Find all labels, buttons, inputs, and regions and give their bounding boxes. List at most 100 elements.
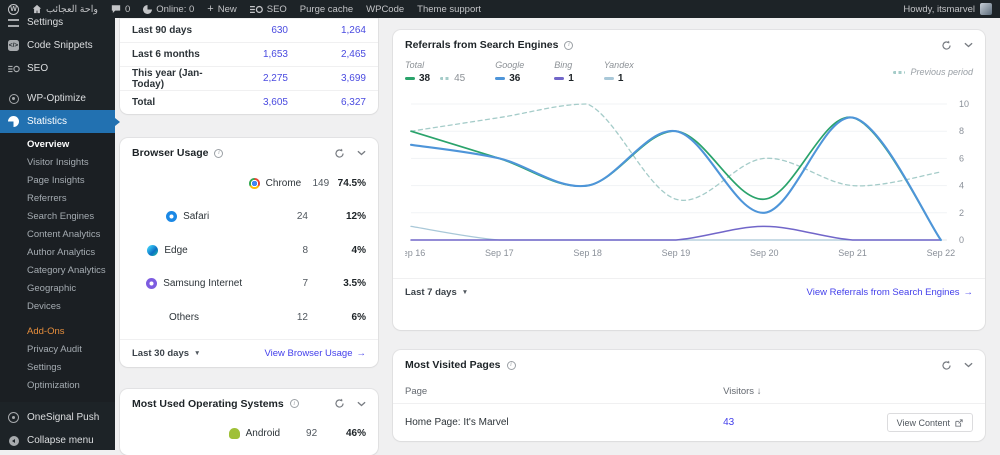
- submenu-visitor-insights[interactable]: Visitor Insights: [0, 153, 115, 171]
- home-icon: [32, 4, 42, 14]
- chevron-down-icon[interactable]: [357, 401, 366, 407]
- view-content-button[interactable]: View Content: [887, 413, 973, 432]
- visitors-count-link[interactable]: 43: [723, 417, 887, 428]
- user-avatar[interactable]: [980, 3, 992, 15]
- period-label: Last 30 days: [132, 348, 189, 359]
- browser-row-edge[interactable]: Edge 8 4%: [132, 238, 366, 262]
- legend-total[interactable]: Total 38 45: [405, 60, 465, 84]
- summary-visitors[interactable]: 630: [222, 25, 288, 36]
- submenu-category-analytics[interactable]: Category Analytics: [0, 261, 115, 279]
- left-column: Last 90 days 630 1,264 Last 6 months 1,6…: [120, 18, 378, 450]
- os-row-android[interactable]: Android 92 46%: [132, 422, 366, 446]
- wordpress-logo-icon[interactable]: W: [8, 4, 19, 15]
- legend-value: 45: [454, 73, 465, 84]
- refresh-icon[interactable]: [334, 398, 345, 409]
- legend-yandex[interactable]: Yandex 1: [604, 60, 634, 84]
- sidebar-item-label: Collapse menu: [27, 435, 94, 446]
- purge-cache-menu[interactable]: Purge cache: [300, 4, 353, 15]
- info-icon[interactable]: i: [507, 361, 516, 370]
- wpcode-menu[interactable]: WPCode: [366, 4, 404, 15]
- online-menu[interactable]: Online: 0: [143, 4, 194, 15]
- summary-visitors[interactable]: 1,653: [222, 49, 288, 60]
- period-dropdown[interactable]: Last 7 days ▼: [405, 287, 468, 298]
- svg-text:Sep 17: Sep 17: [485, 248, 514, 258]
- sidebar-item-label: WP-Optimize: [27, 93, 86, 104]
- browser-row-chrome[interactable]: Chrome 149 74.5%: [132, 171, 366, 195]
- card-title: Referrals from Search Engines: [405, 39, 558, 51]
- browser-count: 8: [264, 245, 308, 256]
- summary-views[interactable]: 3,699: [288, 73, 366, 84]
- refresh-icon[interactable]: [941, 360, 952, 371]
- submenu-privacy-audit[interactable]: Privacy Audit: [0, 340, 115, 358]
- submenu-referrers[interactable]: Referrers: [0, 189, 115, 207]
- admin-sidebar: Settings </> Code Snippets SEO WP-Optimi…: [0, 18, 115, 450]
- theme-support-menu[interactable]: Theme support: [417, 4, 481, 15]
- sidebar-item-code-snippets[interactable]: </> Code Snippets: [0, 34, 115, 57]
- referrals-chart[interactable]: 0246810Sep 16Sep 17Sep 18Sep 19Sep 20Sep…: [405, 92, 973, 278]
- submenu-page-insights[interactable]: Page Insights: [0, 171, 115, 189]
- chevron-down-icon[interactable]: [964, 362, 973, 368]
- summary-label: Last 90 days: [132, 25, 222, 36]
- submenu-optimization[interactable]: Optimization: [0, 376, 115, 394]
- submenu-content-analytics[interactable]: Content Analytics: [0, 225, 115, 243]
- summary-visitors[interactable]: 2,275: [222, 73, 288, 84]
- legend-google[interactable]: Google 36: [495, 60, 524, 84]
- submenu-geographic[interactable]: Geographic: [0, 279, 115, 297]
- chevron-down-icon[interactable]: [357, 150, 366, 156]
- chevron-down-icon[interactable]: [964, 42, 973, 48]
- card-title: Browser Usage: [132, 147, 208, 159]
- sidebar-item-onesignal[interactable]: OneSignal Push: [0, 406, 115, 429]
- info-icon[interactable]: i: [214, 149, 223, 158]
- os-rows: Android 92 46%: [120, 418, 378, 446]
- sidebar-item-seo[interactable]: SEO: [0, 57, 115, 80]
- new-menu[interactable]: + New: [207, 3, 236, 15]
- browser-row-others[interactable]: Others 12 6%: [132, 305, 366, 329]
- svg-text:Sep 19: Sep 19: [662, 248, 691, 258]
- sidebar-item-wp-optimize[interactable]: WP-Optimize: [0, 87, 115, 110]
- comments-menu[interactable]: 0: [111, 4, 130, 15]
- wp-optimize-icon: [7, 92, 20, 105]
- summary-views[interactable]: 2,465: [288, 49, 366, 60]
- arrow-right-icon: →: [357, 348, 367, 359]
- site-name: واحة العجائب: [46, 4, 98, 15]
- site-name-menu[interactable]: واحة العجائب: [32, 4, 98, 15]
- browser-row-safari[interactable]: Safari 24 12%: [132, 205, 366, 229]
- view-browser-usage-link[interactable]: View Browser Usage →: [264, 348, 366, 359]
- legend-bing[interactable]: Bing 1: [554, 60, 574, 84]
- table-header: Page Visitors ↓: [393, 379, 985, 404]
- svg-text:2: 2: [959, 208, 964, 218]
- sidebar-item-statistics[interactable]: Statistics: [0, 110, 115, 133]
- purge-cache-label: Purge cache: [300, 4, 353, 15]
- view-referrals-link[interactable]: View Referrals from Search Engines →: [807, 287, 973, 298]
- column-visitors[interactable]: Visitors ↓: [723, 386, 973, 397]
- summary-views[interactable]: 6,327: [288, 97, 366, 108]
- previous-period-label: Previous period: [910, 67, 973, 77]
- info-icon[interactable]: i: [290, 399, 299, 408]
- refresh-icon[interactable]: [334, 148, 345, 159]
- onesignal-icon: [7, 411, 20, 424]
- submenu-settings[interactable]: Settings: [0, 358, 115, 376]
- summary-views[interactable]: 1,264: [288, 25, 366, 36]
- refresh-icon[interactable]: [941, 40, 952, 51]
- submenu-devices[interactable]: Devices: [0, 297, 115, 315]
- total-previous-dash-icon: [440, 77, 450, 80]
- google-dash-icon: [495, 77, 505, 80]
- submenu-add-ons[interactable]: Add-Ons: [0, 322, 115, 340]
- browser-pct: 3.5%: [308, 278, 366, 289]
- seo-menu[interactable]: SEO: [250, 4, 287, 15]
- submenu-overview[interactable]: Overview: [0, 135, 115, 153]
- info-icon[interactable]: i: [564, 41, 573, 50]
- period-dropdown[interactable]: Last 30 days ▼: [132, 348, 200, 359]
- browser-rows: Chrome 149 74.5% Safari 24 12% Edge 8 4%: [120, 167, 378, 329]
- submenu-author-analytics[interactable]: Author Analytics: [0, 243, 115, 261]
- comments-count: 0: [125, 4, 130, 15]
- summary-visitors[interactable]: 3,605: [222, 97, 288, 108]
- chart-area: 0246810Sep 16Sep 17Sep 18Sep 19Sep 20Sep…: [393, 92, 985, 278]
- online-label: Online: 0: [156, 4, 194, 15]
- browser-row-samsung-internet[interactable]: Samsung Internet 7 3.5%: [132, 272, 366, 296]
- summary-label: Total: [132, 97, 222, 108]
- submenu-search-engines[interactable]: Search Engines: [0, 207, 115, 225]
- sidebar-item-collapse-menu[interactable]: Collapse menu: [0, 429, 115, 452]
- column-page[interactable]: Page: [405, 386, 723, 397]
- howdy-menu[interactable]: Howdy, itsmarvel: [903, 4, 975, 15]
